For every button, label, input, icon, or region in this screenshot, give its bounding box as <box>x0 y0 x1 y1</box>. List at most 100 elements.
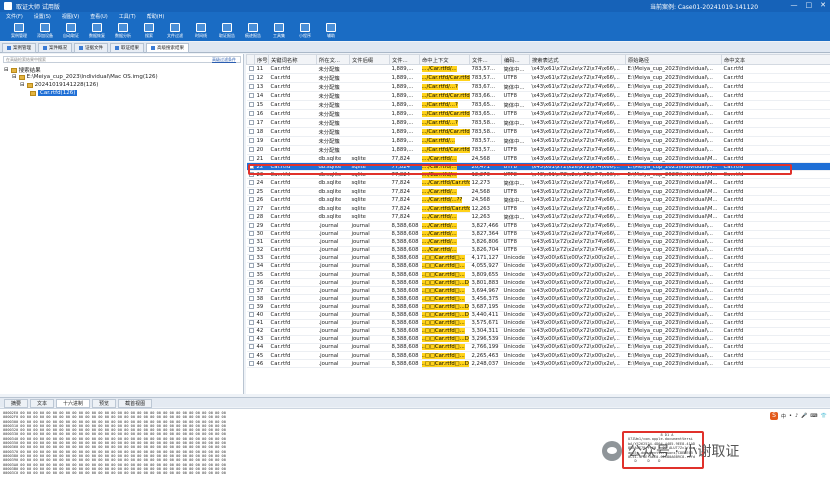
table-row[interactable]: 28 Car.rtfd db.sqlite sqlite 77,824 ..../Car.… <box>246 212 830 223</box>
table-row[interactable]: 19 Car.rtfd 未分配簇 1,889,... .../Car.rtfd/... 7… <box>246 136 830 146</box>
row-checkbox-cell[interactable] <box>246 145 255 155</box>
row-checkbox[interactable] <box>248 336 254 342</box>
table-row[interactable]: 45 Car.rtfd .journal journal 8,388,608 ..□□Ca… <box>246 351 830 361</box>
tree-node-keyword[interactable]: Car.rtfd(126) <box>30 90 78 96</box>
row-checkbox-cell[interactable] <box>246 335 255 344</box>
row-checkbox[interactable] <box>248 66 254 71</box>
column-header-3[interactable]: 所在文... <box>316 54 350 65</box>
row-checkbox[interactable] <box>248 223 254 229</box>
column-header-9[interactable]: 搜索表达式 <box>529 54 626 65</box>
table-row[interactable]: 18 Car.rtfd 未分配簇 1,889,... .../Car.rtfd/Car.… <box>246 127 830 137</box>
row-checkbox[interactable] <box>248 239 254 245</box>
row-checkbox-cell[interactable] <box>246 359 255 369</box>
row-checkbox-cell[interactable] <box>246 118 255 128</box>
row-checkbox-cell[interactable] <box>246 262 255 272</box>
row-checkbox-cell[interactable] <box>246 319 255 328</box>
expand-icon[interactable]: ⊟ <box>4 67 9 73</box>
column-header-10[interactable]: 原始路径 <box>625 54 722 65</box>
table-row[interactable]: 40 Car.rtfd .journal journal 8,388,608 ..□□Ca… <box>246 311 830 320</box>
table-row[interactable]: 27 Car.rtfd db.sqlite sqlite 77,824 ..../Car.… <box>246 204 830 214</box>
row-checkbox[interactable] <box>248 360 254 366</box>
toolbar-button-4[interactable]: 数据分析 <box>110 21 136 41</box>
row-checkbox[interactable] <box>248 205 254 211</box>
toolbar-button-3[interactable]: 数据恢复 <box>84 21 110 41</box>
ime-mode[interactable]: 中 <box>781 413 786 420</box>
row-checkbox-cell[interactable] <box>246 343 255 352</box>
toolbar-button-1[interactable]: 添加设备 <box>32 21 58 41</box>
row-checkbox-cell[interactable] <box>246 212 255 223</box>
row-checkbox-cell[interactable] <box>246 91 255 101</box>
row-checkbox-cell[interactable] <box>246 64 255 74</box>
table-row[interactable]: 20 Car.rtfd 未分配簇 1,889,... .../Car.rtfd/Car.… <box>246 145 830 155</box>
row-checkbox[interactable] <box>248 93 254 98</box>
table-row[interactable]: 26 Car.rtfd db.sqlite sqlite 77,824 ..../Car.… <box>246 195 830 206</box>
toolbar-button-12[interactable]: 辅助 <box>318 21 344 41</box>
toolbar-button-6[interactable]: 文件过滤 <box>162 21 188 41</box>
row-checkbox[interactable] <box>248 129 254 134</box>
row-checkbox[interactable] <box>248 312 254 318</box>
table-row[interactable]: 15 Car.rtfd 未分配簇 1,889,... .../Car.rtfd/...?… <box>246 100 830 110</box>
table-row[interactable]: 36 Car.rtfd .journal journal 8,388,608 ..□□Ca… <box>246 278 830 288</box>
menu-item-0[interactable]: 文件(F) <box>6 13 23 20</box>
row-checkbox[interactable] <box>248 263 254 269</box>
detail-tab-1[interactable]: 文本 <box>30 399 55 408</box>
table-row[interactable]: 11 Car.rtfd 未分配簇 1,889,... ..../Car.rtfd/...… <box>246 64 830 74</box>
table-row[interactable]: 33 Car.rtfd .journal journal 8,388,608 ..□□Ca… <box>246 254 830 263</box>
table-row[interactable]: 24 Car.rtfd db.sqlite sqlite 77,824 ..../Car.… <box>246 178 830 189</box>
row-checkbox[interactable] <box>248 138 254 143</box>
ime-punct-icon[interactable]: • <box>789 413 792 419</box>
row-checkbox-cell[interactable] <box>246 254 255 263</box>
row-checkbox-cell[interactable] <box>246 286 255 296</box>
table-row[interactable]: 31 Car.rtfd .journal journal 8,388,608 ..../C… <box>246 238 830 247</box>
tab-2[interactable]: 证据文件 <box>74 43 108 53</box>
toolbar-button-5[interactable]: 搜索 <box>136 21 162 41</box>
row-checkbox-cell[interactable] <box>246 327 255 336</box>
ime-skin-icon[interactable]: 👕 <box>821 413 827 419</box>
row-checkbox-cell[interactable] <box>246 311 255 320</box>
row-checkbox[interactable] <box>248 271 254 277</box>
table-row[interactable]: 12 Car.rtfd 未分配簇 1,889,... .../Car.rtfd/Car.… <box>246 73 830 83</box>
menu-item-2[interactable]: 视图(V) <box>62 13 79 20</box>
column-header-0[interactable] <box>246 54 255 65</box>
ime-logo-icon[interactable]: S <box>770 412 778 420</box>
table-row[interactable]: 30 Car.rtfd .journal journal 8,388,608 ..../C… <box>246 230 830 239</box>
column-header-5[interactable]: 文件... <box>389 54 420 65</box>
maximize-button[interactable]: □ <box>806 1 813 9</box>
table-row[interactable]: 41 Car.rtfd .journal journal 8,388,608 ..□□Ca… <box>246 319 830 328</box>
row-checkbox[interactable] <box>248 303 254 309</box>
row-checkbox[interactable] <box>248 295 254 301</box>
row-checkbox[interactable] <box>248 155 254 161</box>
row-checkbox-cell[interactable] <box>246 178 255 189</box>
row-checkbox[interactable] <box>248 279 254 285</box>
row-checkbox-cell[interactable] <box>246 170 255 180</box>
toolbar-button-11[interactable]: 小程序 <box>292 21 318 41</box>
row-checkbox-cell[interactable] <box>246 238 255 247</box>
tree-search-input[interactable]: 在高级检索结果中搜索 高级过滤条件 <box>3 56 241 63</box>
toolbar-button-0[interactable]: 案例管理 <box>6 21 32 41</box>
expand-icon[interactable]: ⊟ <box>20 82 25 88</box>
row-checkbox-cell[interactable] <box>246 221 255 231</box>
row-checkbox[interactable] <box>248 84 254 89</box>
row-checkbox-cell[interactable] <box>246 351 255 361</box>
row-checkbox[interactable] <box>248 287 254 293</box>
expand-icon[interactable]: ⊟ <box>12 74 17 80</box>
advanced-filter-link[interactable]: 高级过滤条件 <box>212 57 236 62</box>
row-checkbox[interactable] <box>248 180 254 186</box>
toolbar-button-8[interactable]: 取证报告 <box>214 21 240 41</box>
minimize-button[interactable]: — <box>791 1 798 9</box>
row-checkbox-cell[interactable] <box>246 136 255 146</box>
table-row[interactable]: 21 Car.rtfd db.sqlite sqlite 77,824 ..../Car.… <box>246 154 830 164</box>
row-checkbox-cell[interactable] <box>246 100 255 110</box>
detail-tab-3[interactable]: 预览 <box>92 399 117 408</box>
close-button[interactable]: ✕ <box>820 1 826 9</box>
table-row[interactable]: 43 Car.rtfd .journal journal 8,388,608 ..□□Ca… <box>246 335 830 344</box>
row-checkbox-cell[interactable] <box>246 278 255 288</box>
row-checkbox-cell[interactable] <box>246 73 255 83</box>
table-row[interactable]: 17 Car.rtfd 未分配簇 1,889,... .../Car.rtfd/...?… <box>246 118 830 128</box>
row-checkbox-cell[interactable] <box>246 246 255 255</box>
ime-keyboard-icon[interactable]: ⌨ <box>810 413 817 419</box>
table-row[interactable]: 44 Car.rtfd .journal journal 8,388,608 ..□□Ca… <box>246 343 830 352</box>
detail-tab-2[interactable]: 十六进制 <box>56 399 91 408</box>
table-row[interactable]: 13 Car.rtfd 未分配簇 1,889,... .../Car.rtfd/...?… <box>246 82 830 92</box>
row-checkbox[interactable] <box>248 188 254 194</box>
